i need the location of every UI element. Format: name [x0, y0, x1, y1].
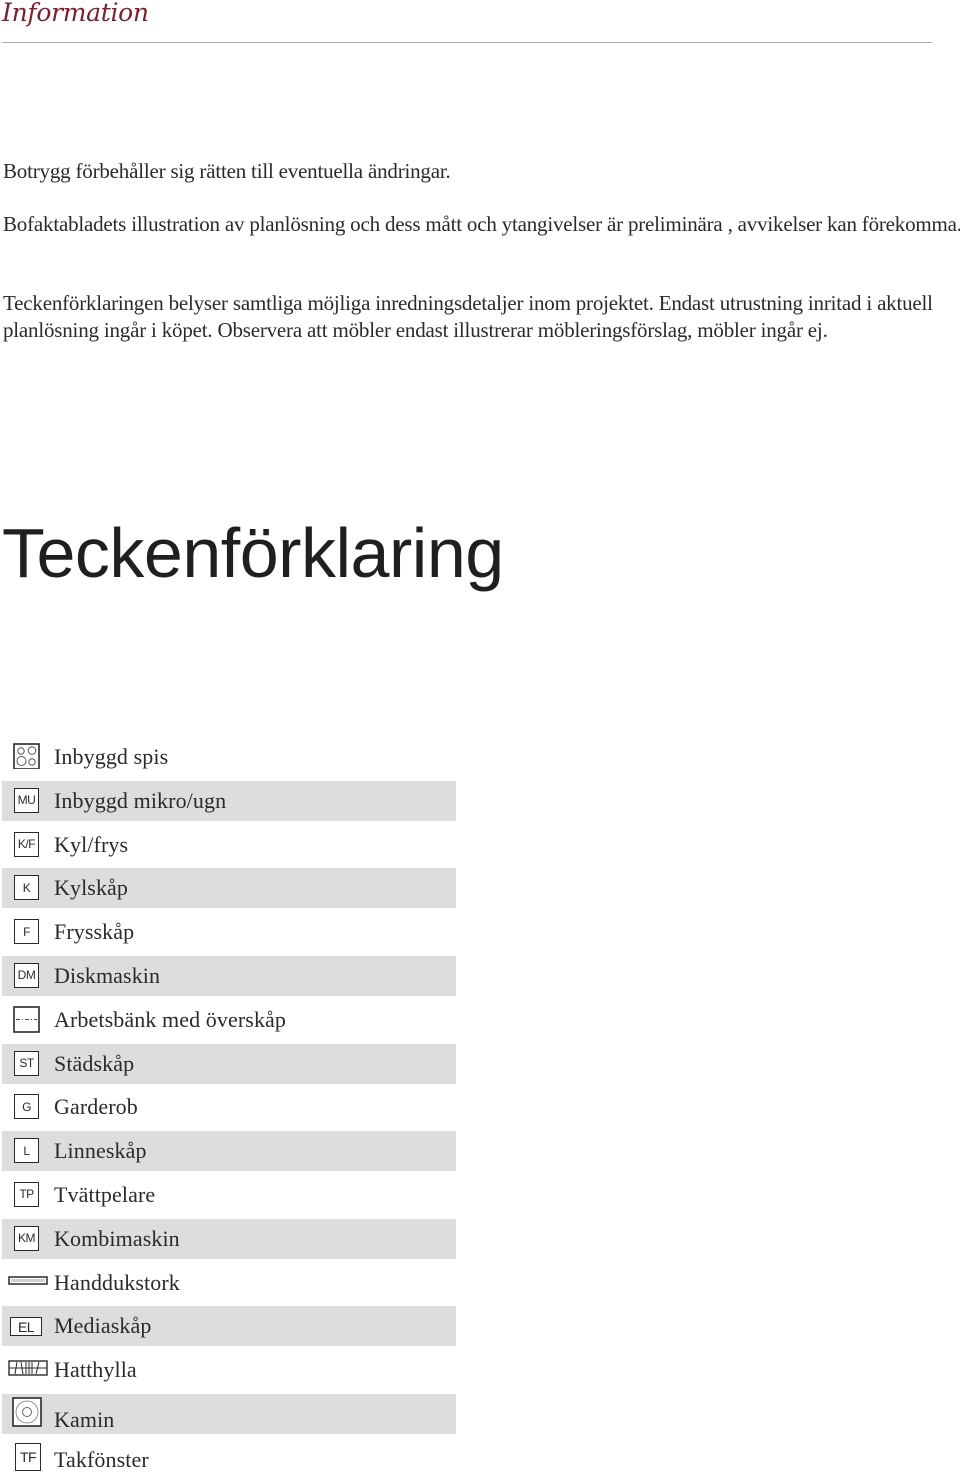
- freezer-icon: F: [14, 919, 39, 945]
- legend-item: K/F Kyl/frys: [2, 825, 456, 865]
- legend-label: Tvättpelare: [54, 1181, 156, 1207]
- washer-dryer-stack-icon: TP: [14, 1181, 39, 1207]
- legend-item: MU Inbyggd mikro/ugn: [2, 780, 456, 821]
- legend-item: TP Tvättpelare: [2, 1175, 456, 1215]
- legend-item: ST Städskåp: [2, 1043, 456, 1084]
- legend-item: DM Diskmaskin: [2, 955, 456, 996]
- dishwasher-icon: DM: [14, 962, 39, 988]
- legend-label: Hatthylla: [54, 1357, 137, 1383]
- legend-label: Garderob: [54, 1094, 138, 1120]
- legend-item: Arbetsbänk med överskåp: [2, 1000, 456, 1040]
- legend-label: Arbetsbänk med överskåp: [54, 1006, 287, 1032]
- legend-label: Städskåp: [54, 1050, 135, 1076]
- legend-item: EL Mediaskåp: [2, 1306, 456, 1347]
- legend-item: Handdukstork: [2, 1263, 456, 1303]
- cleaning-cabinet-icon: ST: [14, 1050, 39, 1076]
- legend-item: G Garderob: [2, 1087, 456, 1127]
- legend-label: Inbyggd spis: [54, 744, 169, 769]
- legend-item: Hatthylla: [2, 1350, 456, 1390]
- legend-label: Frysskåp: [54, 919, 135, 945]
- legend-list: Inbyggd spis MU Inbyggd mikro/ugn K/F Ky…: [2, 737, 456, 1482]
- header-title: Information: [2, 0, 149, 27]
- legend-label: Mediaskåp: [54, 1313, 152, 1339]
- skylight-icon: TF: [15, 1442, 41, 1471]
- counter-upper-cabinet-icon: [13, 1005, 40, 1033]
- legend-label: Handdukstork: [54, 1269, 180, 1295]
- legend-label: Inbyggd mikro/ugn: [54, 787, 227, 813]
- fireplace-icon: [12, 1397, 42, 1427]
- microwave-oven-icon: MU: [14, 787, 39, 813]
- linen-cabinet-icon: L: [14, 1138, 39, 1164]
- legend-item: KM Kombimaskin: [2, 1218, 456, 1259]
- legend-item: K Kylskåp: [2, 868, 456, 909]
- legend-item: TF Takfönster: [2, 1438, 456, 1478]
- legend-item: Inbyggd spis: [2, 737, 456, 777]
- legend-label: Kylskåp: [54, 875, 129, 901]
- stove-icon: [13, 743, 40, 769]
- fridge-icon: K: [14, 875, 39, 901]
- legend-label: Kombimaskin: [54, 1225, 180, 1251]
- legend-title: Teckenförklaring: [2, 514, 504, 592]
- legend-item: F Frysskåp: [2, 912, 456, 952]
- legend-item: Kamin: [2, 1393, 456, 1434]
- legend-label: Takfönster: [54, 1446, 149, 1472]
- legend-label: Linneskåp: [54, 1138, 147, 1164]
- legend-label: Diskmaskin: [54, 962, 161, 988]
- header-divider: [2, 42, 932, 43]
- media-cabinet-icon: EL: [10, 1317, 42, 1337]
- hat-shelf-icon: [8, 1360, 48, 1376]
- fridge-freezer-icon: K/F: [14, 831, 39, 857]
- legend-item: L Linneskåp: [2, 1131, 456, 1172]
- disclaimer-changes: Botrygg förbehåller sig rätten till even…: [3, 159, 451, 183]
- disclaimer-legend: Teckenförklaringen belyser samtliga möjl…: [3, 291, 933, 342]
- combi-machine-icon: KM: [14, 1225, 39, 1251]
- legend-label: Kamin: [54, 1406, 115, 1432]
- disclaimer-illustration: Bofaktabladets illustration av planlösni…: [3, 212, 960, 236]
- towel-dryer-icon: [8, 1275, 48, 1285]
- legend-label: Kyl/frys: [54, 831, 129, 857]
- wardrobe-icon: G: [14, 1094, 39, 1120]
